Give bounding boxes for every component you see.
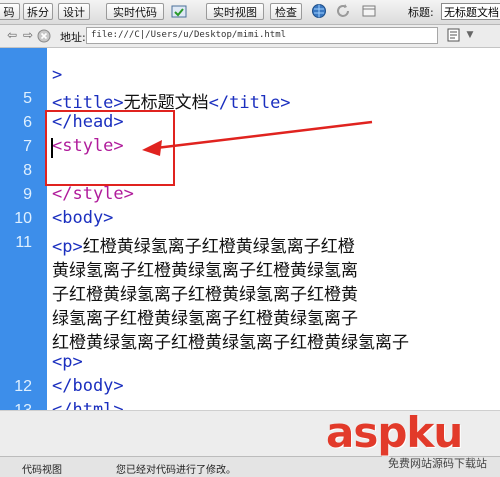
watermark-logo: aspku	[326, 408, 463, 457]
status-message: 您已经对代码进行了修改。	[116, 465, 236, 476]
status-view-mode: 代码视图	[22, 465, 62, 476]
watermark-subtitle: 免费网站源码下载站	[388, 457, 487, 470]
annotation-arrow-icon	[142, 120, 373, 156]
